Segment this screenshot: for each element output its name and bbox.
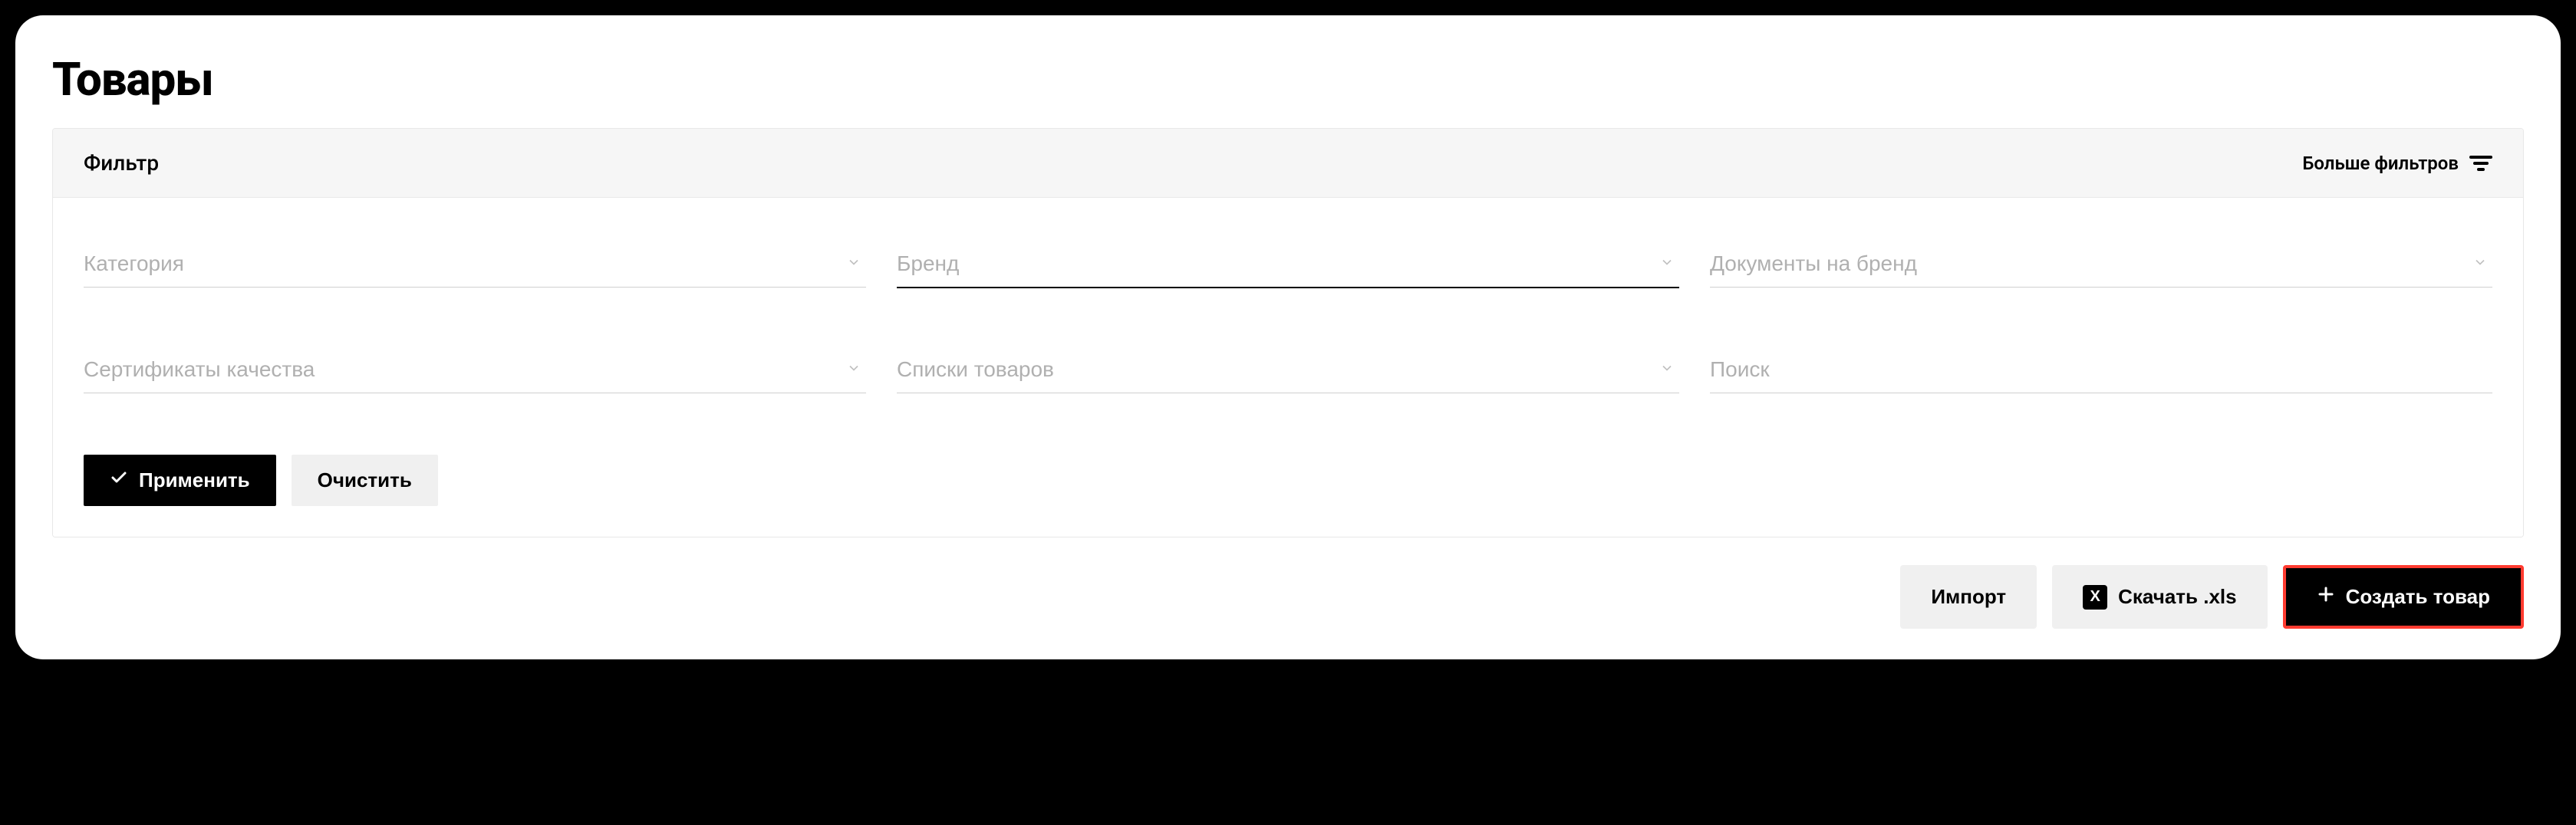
create-product-label: Создать товар [2346,585,2490,609]
filter-row-2 [84,350,2492,393]
main-panel: Товары Фильтр Больше фильтров [15,15,2561,659]
brand-docs-field[interactable] [1710,244,2492,288]
create-product-button[interactable]: Создать товар [2283,565,2524,629]
more-filters-label: Больше фильтров [2302,153,2459,174]
filter-header: Фильтр Больше фильтров [53,129,2523,198]
check-icon [110,468,128,492]
category-input[interactable] [84,244,866,288]
filter-icon [2469,154,2492,173]
xls-icon: X [2083,585,2107,610]
action-bar: Импорт X Скачать .xls Создать товар [52,565,2524,629]
brand-docs-input[interactable] [1710,244,2492,288]
apply-label: Применить [139,468,250,492]
import-button[interactable]: Импорт [1900,565,2037,629]
brand-field[interactable] [897,244,1679,288]
quality-certs-input[interactable] [84,350,866,393]
quality-certs-field[interactable] [84,350,866,393]
plus-icon [2317,585,2335,609]
product-lists-field[interactable] [897,350,1679,393]
import-label: Импорт [1931,585,2006,609]
category-field[interactable] [84,244,866,288]
brand-input[interactable] [897,244,1679,288]
download-xls-label: Скачать .xls [2118,585,2236,609]
filter-box: Фильтр Больше фильтров [52,128,2524,537]
search-field[interactable] [1710,350,2492,393]
page-title: Товары [52,52,2524,107]
apply-button[interactable]: Применить [84,455,276,506]
search-input[interactable] [1710,350,2492,393]
download-xls-button[interactable]: X Скачать .xls [2052,565,2267,629]
filter-body: Применить Очистить [53,198,2523,537]
filter-button-row: Применить Очистить [84,455,2492,506]
filter-row-1 [84,244,2492,288]
product-lists-input[interactable] [897,350,1679,393]
more-filters-button[interactable]: Больше фильтров [2302,153,2492,174]
clear-button[interactable]: Очистить [292,455,438,506]
clear-label: Очистить [318,468,412,492]
filter-title: Фильтр [84,150,159,176]
